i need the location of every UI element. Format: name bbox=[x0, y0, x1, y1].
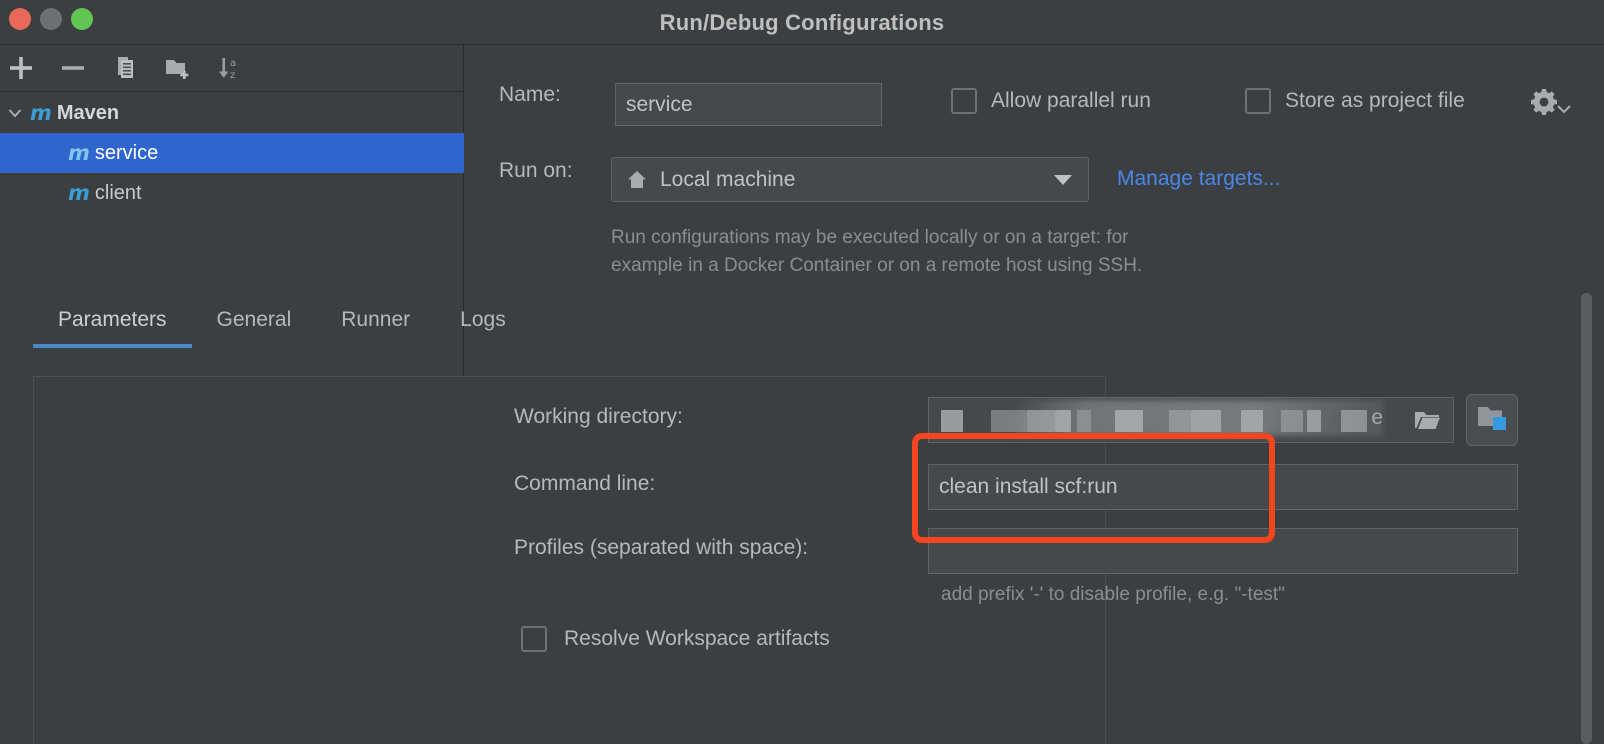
run-on-dropdown[interactable]: Local machine bbox=[611, 157, 1089, 202]
sidebar-item-client[interactable]: m client bbox=[0, 173, 464, 213]
run-on-value: Local machine bbox=[660, 167, 796, 191]
add-configuration-button[interactable] bbox=[2, 49, 40, 87]
folder-open-icon[interactable] bbox=[1413, 409, 1441, 438]
command-line-value: clean install scf:run bbox=[939, 475, 1118, 498]
resolve-workspace-artifacts-checkbox[interactable] bbox=[521, 626, 547, 652]
name-input-value: service bbox=[626, 92, 693, 116]
run-on-description-line-2: example in a Docker Container or on a re… bbox=[611, 255, 1143, 276]
tree-group-maven[interactable]: m Maven bbox=[0, 93, 464, 133]
allow-parallel-run-checkbox[interactable] bbox=[951, 88, 977, 114]
name-label-row: Name: bbox=[499, 83, 561, 107]
svg-text:z: z bbox=[230, 70, 235, 81]
sort-alphabetical-button[interactable]: a z bbox=[210, 49, 248, 87]
sidebar-item-label: service bbox=[94, 141, 159, 164]
working-directory-redacted-value bbox=[937, 400, 1383, 438]
tab-general[interactable]: General bbox=[192, 308, 317, 348]
configurations-toolbar: a z bbox=[0, 45, 464, 92]
command-line-label-row: Command line: bbox=[514, 472, 655, 496]
resolve-workspace-artifacts-checkbox-row[interactable]: Resolve Workspace artifacts bbox=[521, 626, 830, 652]
vertical-scrollbar-thumb[interactable] bbox=[1581, 293, 1592, 744]
command-line-label: Command line: bbox=[514, 472, 656, 495]
run-debug-configurations-dialog: Run/Debug Configurations a z m Maven m s… bbox=[0, 0, 1604, 744]
profiles-hint: add prefix '-' to disable profile, e.g. … bbox=[941, 584, 1285, 605]
run-on-description: Run configurations may be executed local… bbox=[611, 224, 1311, 280]
sidebar-item-service[interactable]: m service bbox=[0, 133, 464, 173]
tab-logs[interactable]: Logs bbox=[435, 308, 531, 348]
tree-group-label: Maven bbox=[56, 101, 120, 124]
store-as-project-file-checkbox[interactable] bbox=[1245, 88, 1271, 114]
working-directory-label: Working directory: bbox=[514, 405, 683, 428]
working-directory-label-row: Working directory: bbox=[514, 405, 683, 429]
configurations-tree: m Maven m service m client bbox=[0, 93, 464, 213]
tab-parameters[interactable]: Parameters bbox=[33, 308, 192, 348]
gear-dropdown-icon[interactable] bbox=[1528, 86, 1571, 118]
window-title: Run/Debug Configurations bbox=[659, 9, 945, 35]
name-label: Name: bbox=[499, 83, 561, 106]
maven-m-icon: m bbox=[68, 141, 90, 165]
profiles-label: Profiles (separated with space): bbox=[514, 536, 809, 559]
store-as-project-file-checkbox-row[interactable]: Store as project file bbox=[1245, 88, 1465, 114]
parameters-tabs: Parameters General Runner Logs bbox=[33, 308, 531, 348]
svg-text:a: a bbox=[230, 58, 236, 69]
tab-runner[interactable]: Runner bbox=[316, 308, 435, 348]
folder-macro-icon bbox=[1476, 404, 1508, 437]
chevron-down-icon[interactable] bbox=[1054, 174, 1072, 185]
sidebar-item-label: client bbox=[94, 181, 142, 204]
copy-configuration-button[interactable] bbox=[106, 49, 144, 87]
name-input[interactable]: service bbox=[615, 83, 882, 126]
command-line-input[interactable]: clean install scf:run bbox=[928, 464, 1518, 510]
profiles-input[interactable] bbox=[928, 528, 1518, 574]
run-on-label-row: Run on: bbox=[499, 159, 573, 183]
resolve-workspace-artifacts-label: Resolve Workspace artifacts bbox=[564, 627, 830, 650]
title-bar: Run/Debug Configurations bbox=[0, 0, 1604, 45]
vertical-scrollbar[interactable] bbox=[1578, 293, 1594, 744]
remove-configuration-button[interactable] bbox=[54, 49, 92, 87]
folder-add-button[interactable] bbox=[158, 49, 196, 87]
chevron-down-icon[interactable] bbox=[0, 104, 30, 122]
profiles-label-row: Profiles (separated with space): bbox=[514, 536, 808, 560]
run-on-label: Run on: bbox=[499, 159, 573, 182]
working-directory-input[interactable]: e bbox=[928, 397, 1454, 443]
manage-targets-link[interactable]: Manage targets... bbox=[1117, 167, 1280, 191]
store-as-project-file-label: Store as project file bbox=[1285, 89, 1465, 112]
home-icon bbox=[626, 169, 648, 191]
maven-m-icon: m bbox=[30, 101, 52, 125]
maven-m-icon: m bbox=[68, 181, 90, 205]
allow-parallel-run-label: Allow parallel run bbox=[991, 89, 1151, 112]
run-on-description-line-1: Run configurations may be executed local… bbox=[611, 227, 1129, 248]
working-directory-visible-suffix: e bbox=[1371, 406, 1383, 429]
insert-macro-button[interactable] bbox=[1466, 394, 1518, 446]
allow-parallel-run-checkbox-row[interactable]: Allow parallel run bbox=[951, 88, 1151, 114]
